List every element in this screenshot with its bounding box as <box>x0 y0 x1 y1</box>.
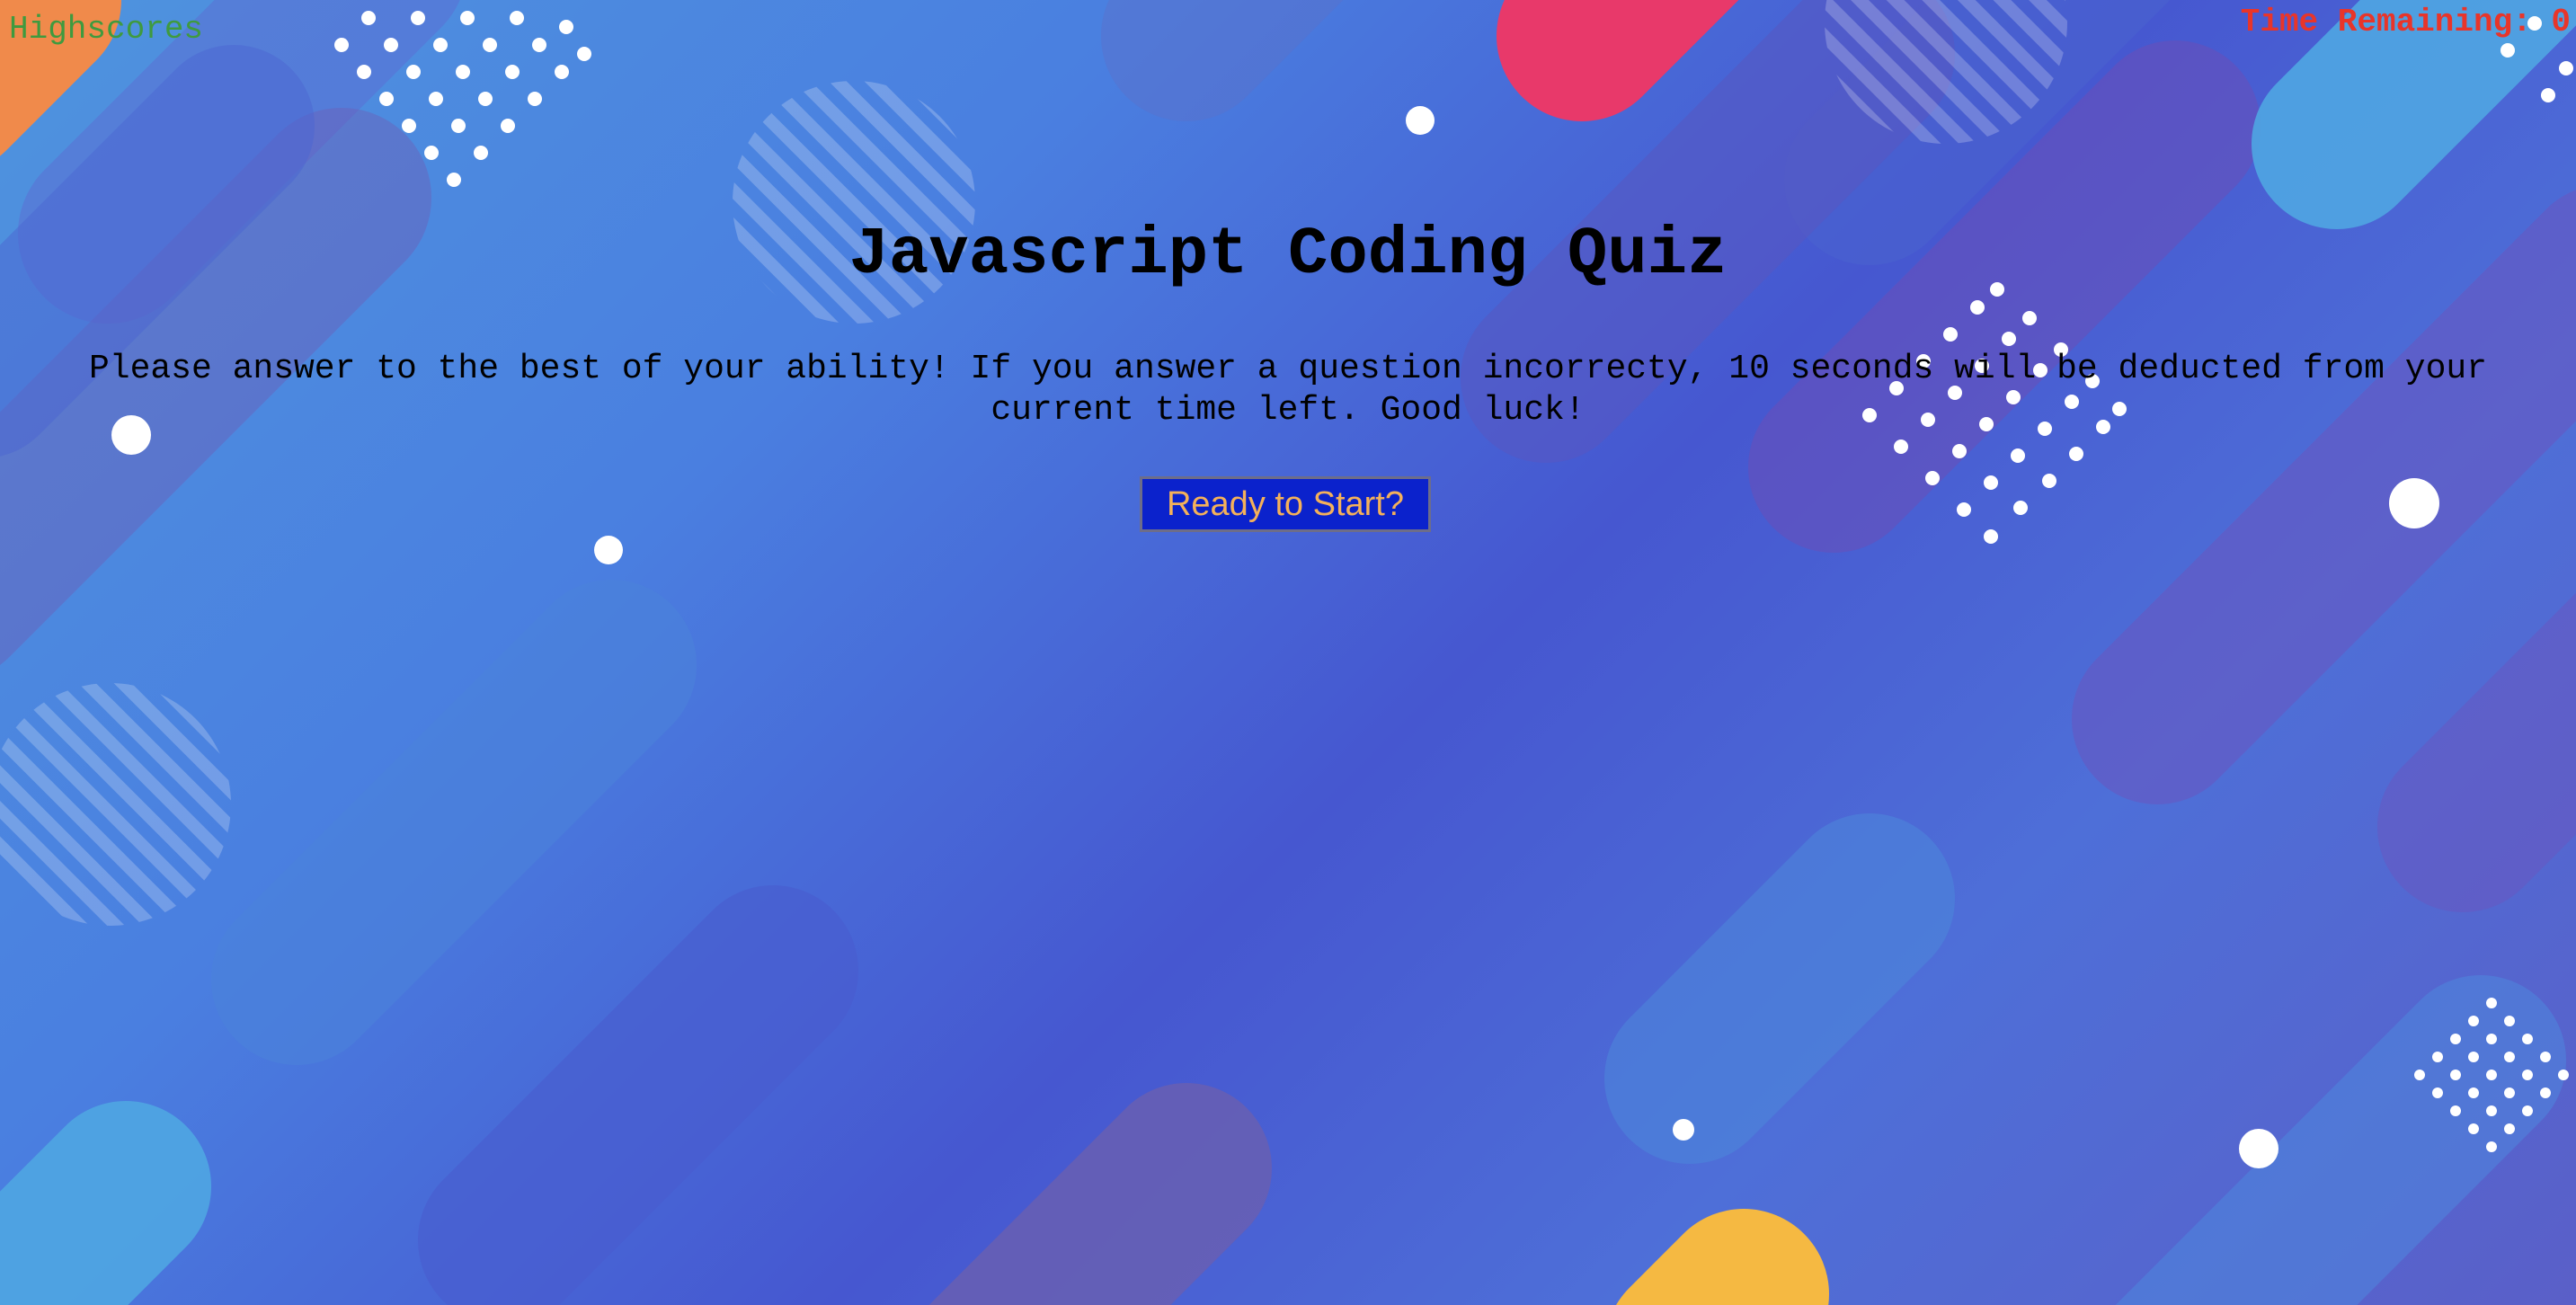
description-line-2: current time left. Good luck! <box>990 391 1586 430</box>
highscores-link[interactable]: Highscores <box>9 11 203 48</box>
decorative-background <box>0 0 2576 1305</box>
timer-value: 0 <box>2551 4 2571 40</box>
page-title: Javascript Coding Quiz <box>848 218 1728 293</box>
description-line-1: Please answer to the best of your abilit… <box>88 350 2488 388</box>
quiz-description: Please answer to the best of your abilit… <box>0 349 2576 431</box>
timer-label: Time Remaining: <box>2240 4 2552 40</box>
start-quiz-button[interactable]: Ready to Start? <box>1140 476 1431 532</box>
time-remaining: Time Remaining: 0 <box>2241 4 2571 40</box>
